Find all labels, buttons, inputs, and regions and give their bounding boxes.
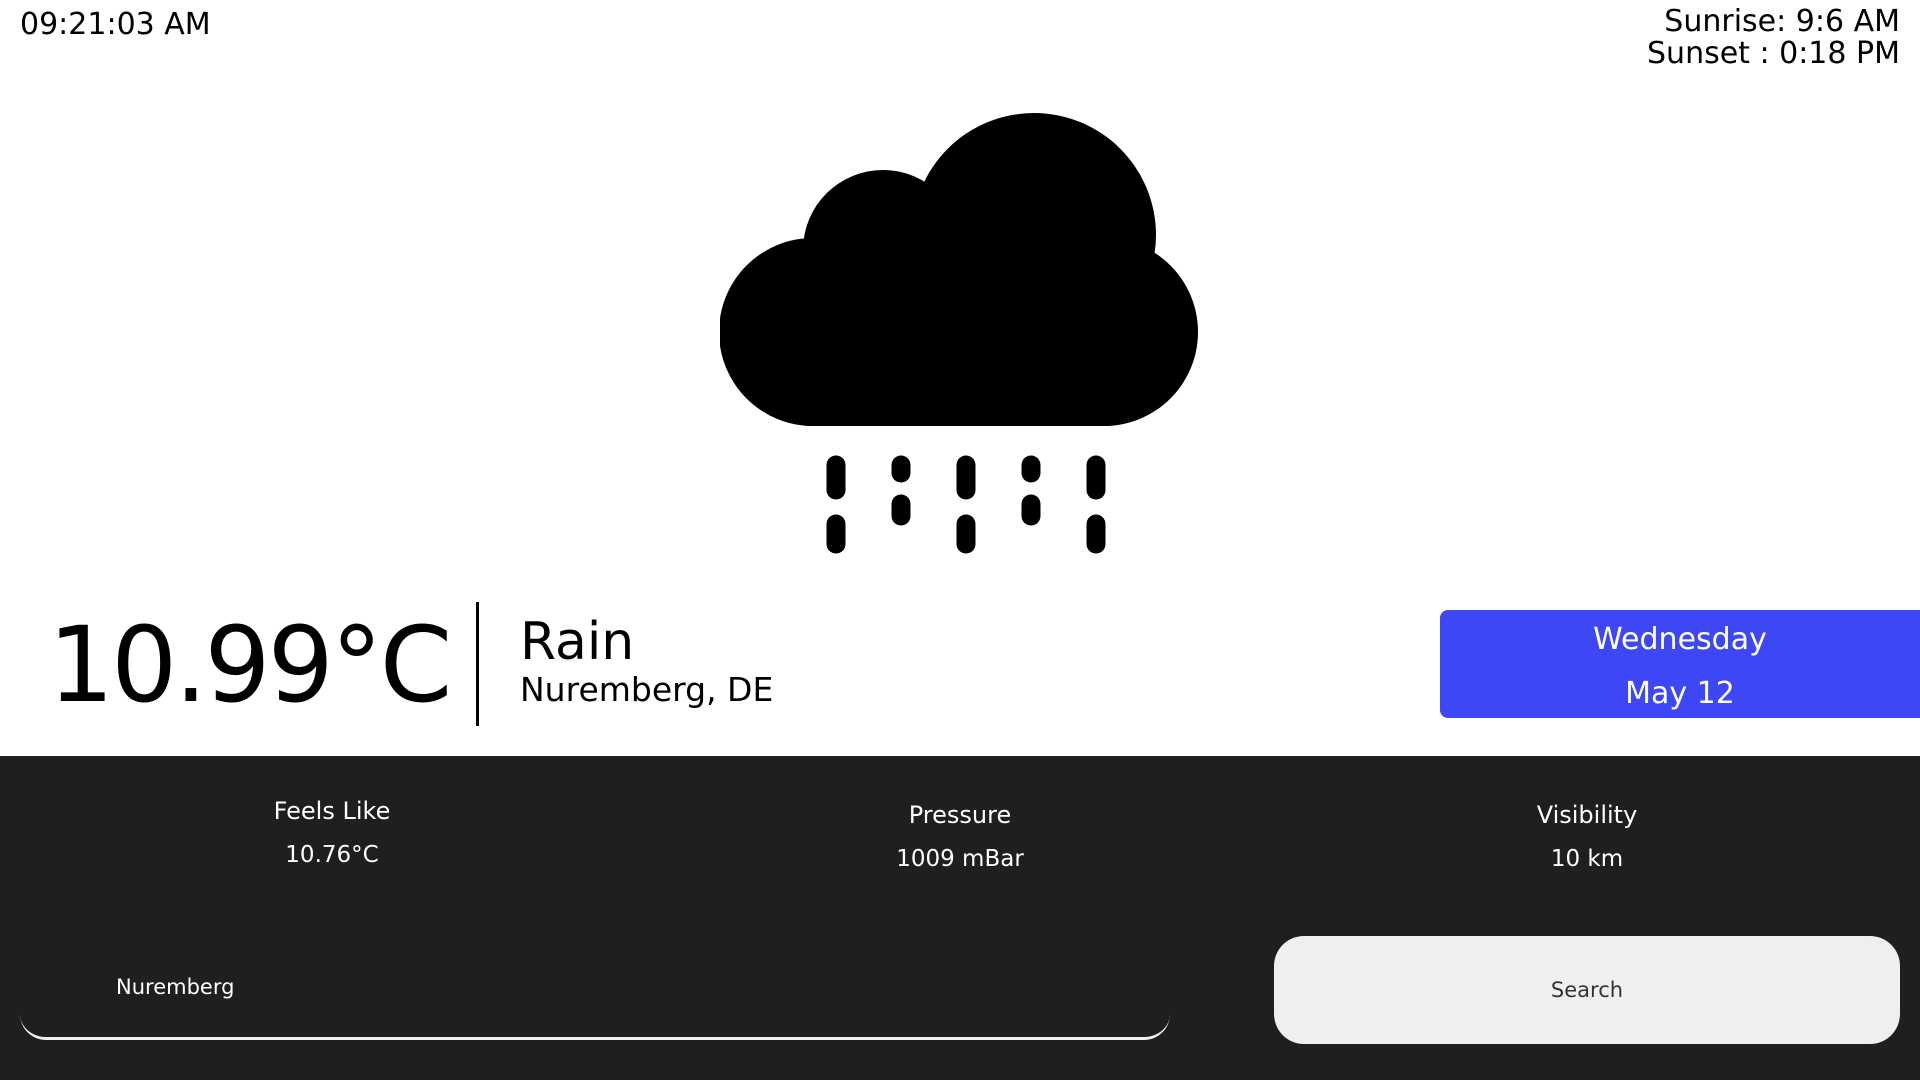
calendar-date: May 12 — [1625, 676, 1735, 711]
date-badge: Wednesday May 12 — [1440, 610, 1920, 718]
feels-like-value: 10.76°C — [285, 842, 379, 868]
visibility-label: Visibility — [1536, 801, 1638, 829]
feels-like-label: Feels Like — [273, 797, 391, 825]
current-time: 09:21:03 AM — [20, 7, 211, 42]
pressure-label: Pressure — [908, 801, 1012, 829]
details-panel: Feels Like 10.76°C Pressure 1009 mBar Vi… — [0, 756, 1920, 1080]
visibility-stat: Visibility 10 km — [1387, 800, 1787, 874]
divider — [476, 602, 479, 726]
sunset-time: Sunset : 0:18 PM — [1647, 36, 1900, 71]
sun-times: Sunrise: 9:6 AM Sunset : 0:18 PM — [1647, 6, 1900, 70]
current-temperature: 10.99°C — [48, 604, 452, 726]
location-name: Nuremberg, DE — [520, 670, 774, 709]
cloud-rain-icon — [720, 113, 1198, 554]
search-button[interactable]: Search — [1274, 936, 1900, 1044]
weekday: Wednesday — [1593, 622, 1767, 657]
pressure-stat: Pressure 1009 mBar — [760, 800, 1160, 874]
weather-condition: Rain — [520, 612, 635, 672]
sunrise-time: Sunrise: 9:6 AM — [1664, 4, 1900, 39]
feels-like-stat: Feels Like 10.76°C — [132, 796, 532, 870]
visibility-value: 10 km — [1550, 846, 1624, 872]
pressure-value: 1009 mBar — [896, 846, 1024, 872]
city-search-input[interactable] — [20, 936, 1170, 1040]
